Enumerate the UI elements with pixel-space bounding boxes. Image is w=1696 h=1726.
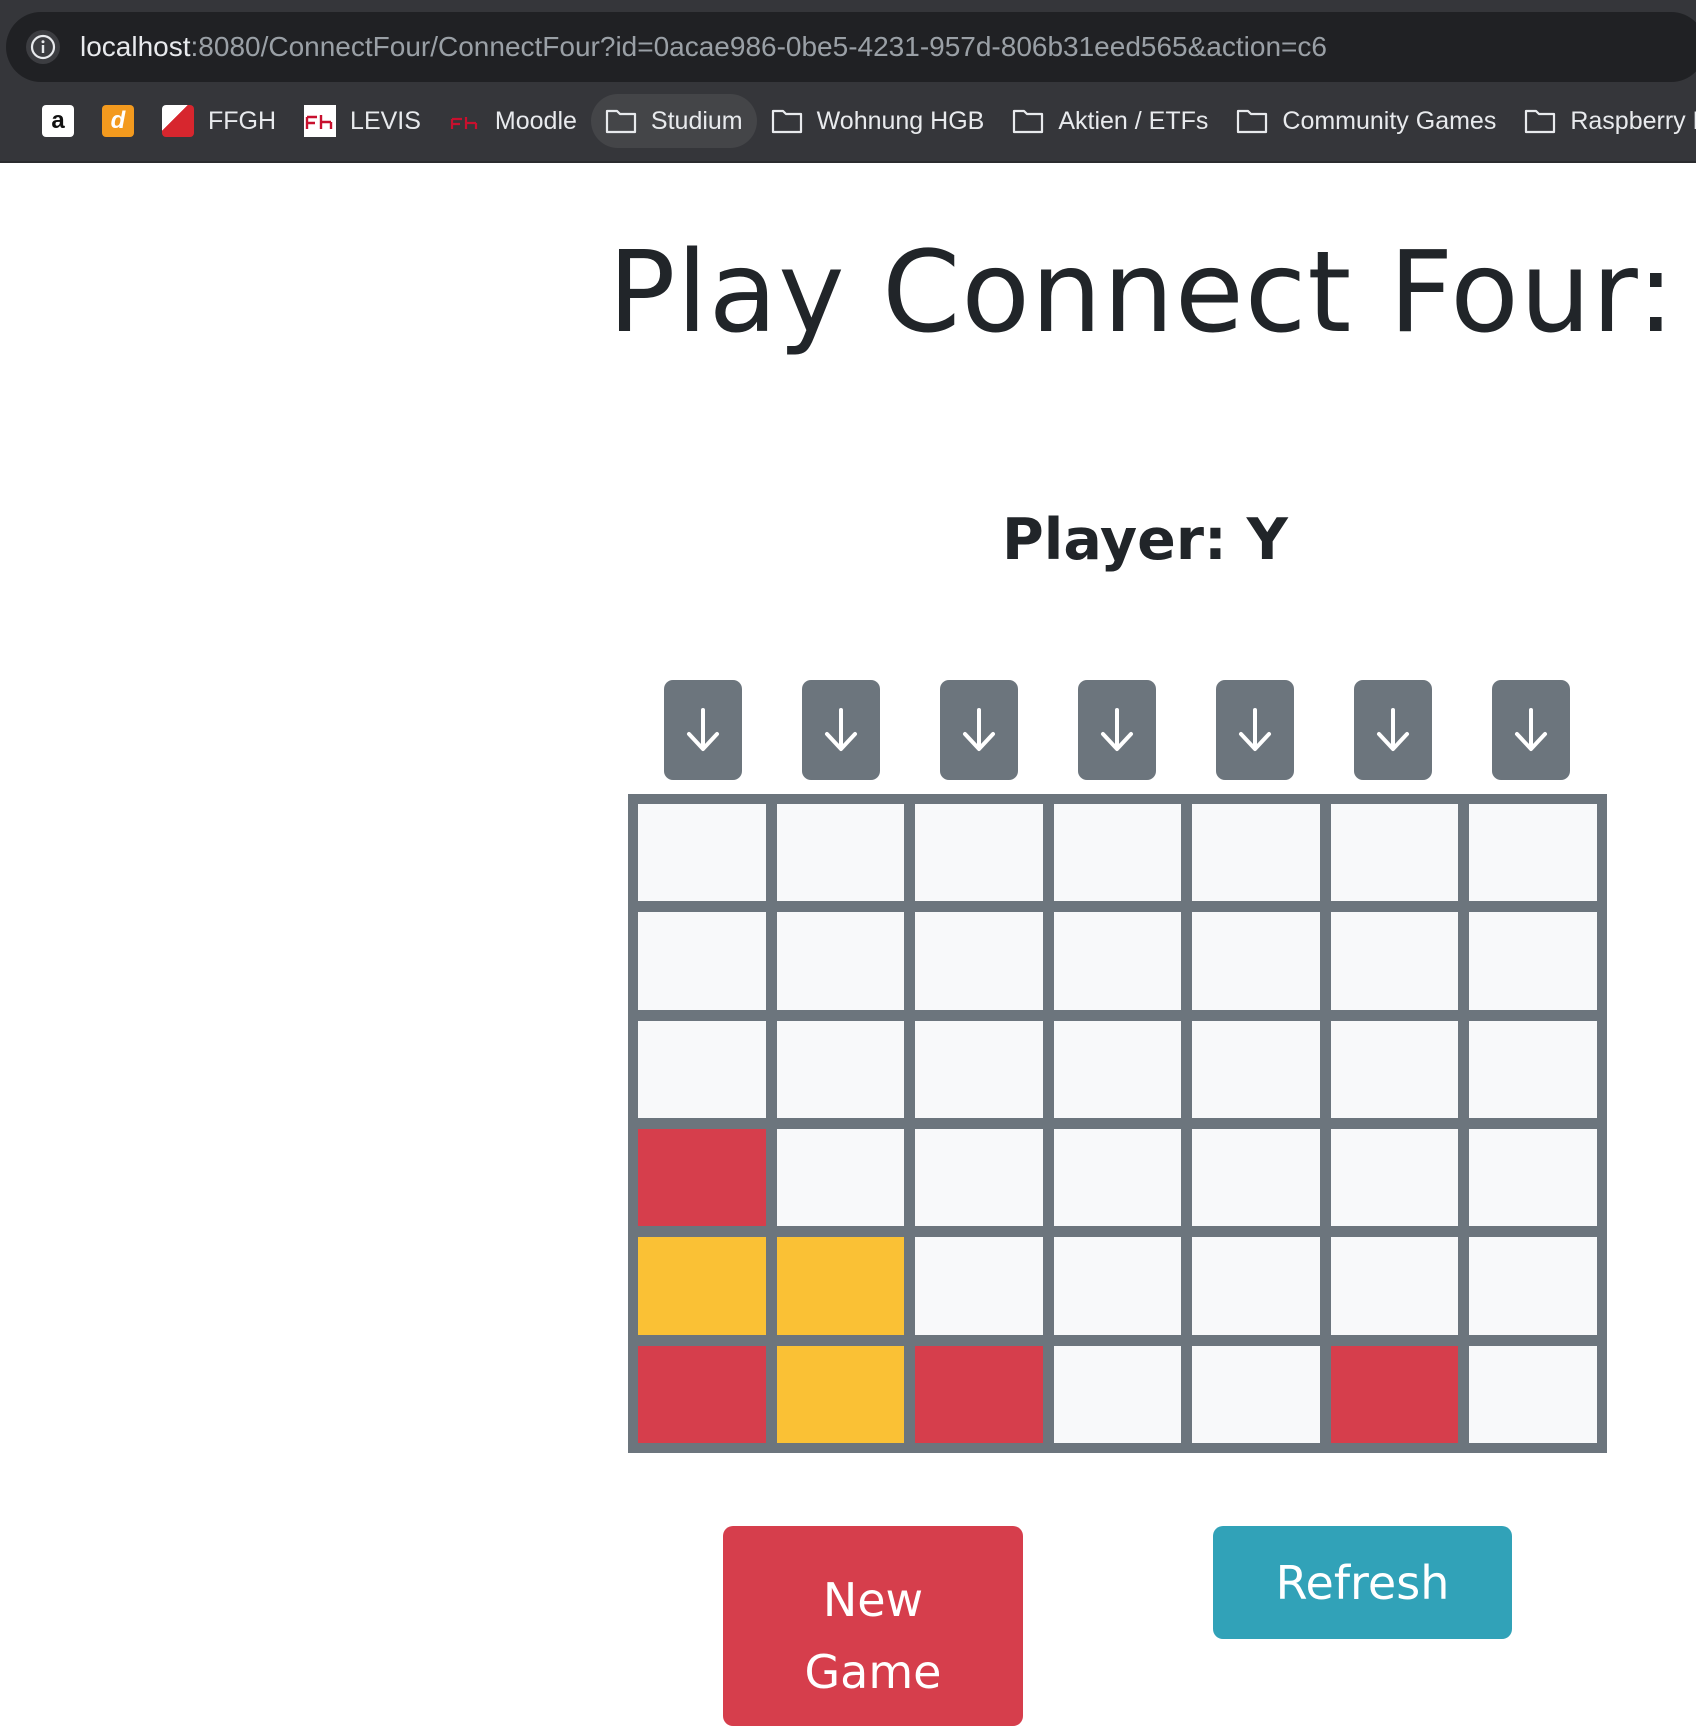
empty-cell (1053, 1129, 1182, 1227)
empty-cell (1469, 1237, 1597, 1335)
empty-cell (1330, 1020, 1459, 1118)
empty-cell (1053, 912, 1182, 1010)
bookmark-folder-raspberry[interactable]: Raspberry P (1510, 94, 1696, 148)
bookmark-folder-aktien[interactable]: Aktien / ETFs (998, 94, 1222, 148)
arrow-down-icon (963, 708, 995, 751)
empty-cell (1330, 1237, 1459, 1335)
drop-column-3-button[interactable] (940, 680, 1018, 780)
empty-cell (915, 912, 1043, 1010)
empty-cell (915, 1129, 1043, 1227)
page-title: Play Connect Four: (608, 228, 1676, 358)
red-piece-cell (638, 1129, 766, 1227)
empty-cell (638, 912, 766, 1010)
empty-cell (1469, 1020, 1597, 1118)
arrow-down-icon (1101, 708, 1133, 751)
empty-cell (1192, 804, 1320, 902)
arrow-down-icon (1239, 708, 1271, 751)
arrow-down-icon (1377, 708, 1409, 751)
red-piece-cell (638, 1345, 766, 1443)
yellow-piece-cell (776, 1345, 905, 1443)
arrow-down-icon (1515, 708, 1547, 751)
current-player: Player: Y (1002, 507, 1288, 573)
bookmark-folder-wohnung[interactable]: Wohnung HGB (757, 94, 999, 148)
bookmark-folder-studium[interactable]: Studium (590, 94, 757, 148)
bookmark-label: Moodle (494, 106, 577, 135)
bookmark-label: Community Games (1282, 106, 1497, 135)
bookmark-d[interactable]: d (88, 94, 148, 148)
site-info-icon[interactable] (26, 30, 60, 64)
empty-cell (1192, 1345, 1320, 1443)
url-host: localhost (80, 31, 191, 62)
empty-cell (1192, 1237, 1320, 1335)
red-piece-cell (915, 1345, 1043, 1443)
empty-cell (915, 1237, 1043, 1335)
bookmark-label: Aktien / ETFs (1058, 106, 1209, 135)
fh-icon (449, 105, 481, 137)
empty-cell (638, 804, 766, 902)
empty-cell (1469, 912, 1597, 1010)
yellow-piece-cell (776, 1237, 905, 1335)
folder-icon (1012, 105, 1044, 137)
bookmark-label: Raspberry P (1570, 106, 1696, 135)
drop-column-2-button[interactable] (802, 680, 880, 780)
amazon-icon: a (42, 105, 74, 137)
bookmark-folder-community-games[interactable]: Community Games (1222, 94, 1510, 148)
bookmarks-bar: a d FFGH LEVIS Moodle Studium Wohnung HG… (0, 94, 1696, 148)
drop-column-5-button[interactable] (1216, 680, 1294, 780)
bookmark-label: Wohnung HGB (816, 106, 985, 135)
empty-cell (1469, 1129, 1597, 1227)
red-piece-cell (1330, 1345, 1459, 1443)
refresh-button[interactable]: Refresh (1213, 1526, 1512, 1639)
empty-cell (776, 1129, 905, 1227)
bookmark-levis[interactable]: LEVIS (290, 94, 435, 148)
drop-column-6-button[interactable] (1354, 680, 1432, 780)
empty-cell (1192, 912, 1320, 1010)
empty-cell (776, 804, 905, 902)
address-bar[interactable]: localhost:8080/ConnectFour/ConnectFour?i… (6, 12, 1696, 82)
url-path: :8080/ConnectFour/ConnectFour?id=0acae98… (190, 31, 1327, 62)
empty-cell (1053, 1237, 1182, 1335)
drop-column-7-button[interactable] (1492, 680, 1570, 780)
empty-cell (915, 804, 1043, 902)
fh-icon (304, 105, 337, 137)
new-game-button[interactable]: New Game (723, 1526, 1023, 1726)
drop-column-1-button[interactable] (664, 680, 742, 780)
ffgh-icon (162, 105, 194, 137)
new-game-label: New Game (804, 1573, 942, 1699)
d-icon: d (102, 105, 134, 137)
bookmark-ffgh[interactable]: FFGH (148, 94, 290, 148)
folder-icon (1524, 105, 1556, 137)
empty-cell (1469, 1345, 1597, 1443)
yellow-piece-cell (638, 1237, 766, 1335)
empty-cell (776, 1020, 905, 1118)
bookmark-amazon[interactable]: a (28, 94, 88, 148)
empty-cell (638, 1020, 766, 1118)
arrow-down-icon (687, 708, 719, 751)
bookmark-label: FFGH (208, 106, 277, 135)
folder-icon (605, 105, 637, 137)
folder-icon (771, 105, 803, 137)
drop-button-row (664, 680, 1572, 780)
empty-cell (1192, 1020, 1320, 1118)
empty-cell (1330, 804, 1459, 902)
empty-cell (1330, 1129, 1459, 1227)
empty-cell (776, 912, 905, 1010)
bookmark-label: LEVIS (350, 106, 421, 135)
empty-cell (1053, 1020, 1182, 1118)
game-board (628, 794, 1607, 1453)
bookmark-moodle[interactable]: Moodle (435, 94, 591, 148)
bookmark-label: Studium (650, 106, 743, 135)
empty-cell (1330, 912, 1459, 1010)
empty-cell (1469, 804, 1597, 902)
empty-cell (1192, 1129, 1320, 1227)
folder-icon (1236, 105, 1268, 137)
empty-cell (1053, 1345, 1182, 1443)
empty-cell (1053, 804, 1182, 902)
drop-column-4-button[interactable] (1078, 680, 1156, 780)
browser-chrome: localhost:8080/ConnectFour/ConnectFour?i… (0, 0, 1696, 163)
empty-cell (915, 1020, 1043, 1118)
url-text[interactable]: localhost:8080/ConnectFour/ConnectFour?i… (80, 28, 1327, 66)
arrow-down-icon (825, 708, 857, 751)
